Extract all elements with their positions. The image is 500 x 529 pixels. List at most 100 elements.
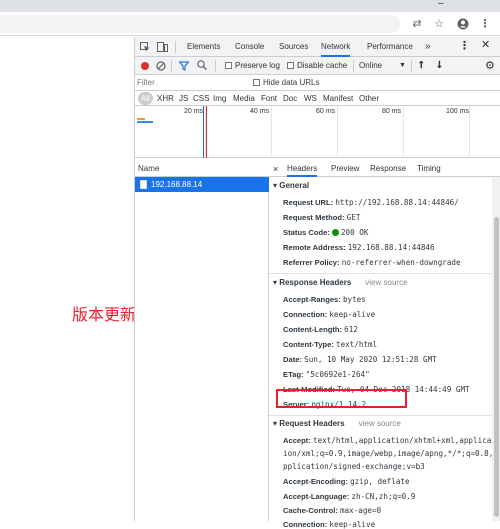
request-row[interactable]: 192.168.88.14 [135, 177, 269, 192]
scrollbar-thumb[interactable] [494, 217, 499, 517]
status-ok-icon [331, 229, 339, 236]
chevron-down-icon[interactable]: ▼ [399, 57, 406, 75]
type-filter-css[interactable]: CSS [193, 92, 209, 105]
type-filter-ws[interactable]: WS [304, 92, 317, 105]
header-key: Accept: [283, 436, 311, 445]
minimize-icon[interactable]: – [438, 0, 444, 9]
view-source-link[interactable]: view source [365, 278, 407, 287]
document-icon [140, 180, 147, 189]
accept-row: Accept: text/html,application/xhtml+xml,… [283, 436, 496, 445]
devtools-panel: Elements Console Sources Network Perform… [134, 37, 500, 529]
type-filter-doc[interactable]: Doc [283, 92, 297, 105]
type-filter-js[interactable]: JS [179, 92, 188, 105]
type-filter-other[interactable]: Other [359, 92, 379, 105]
annotation-highlight-box [276, 389, 407, 408]
header-value: no-referrer-when-downgrade [341, 258, 461, 267]
tab-preview[interactable]: Preview [331, 161, 359, 177]
accept-encoding-row: Accept-Encoding: gzip, deflate [283, 477, 410, 486]
accept-row-continued: ion/xml;q=0.9,image/webp,image/apng,*/*;… [283, 449, 498, 458]
header-value: zh-CN,zh;q=0.9 [351, 492, 416, 501]
close-icon[interactable]: ✕ [481, 38, 490, 51]
tab-performance[interactable]: Performance [367, 37, 413, 57]
type-filter-font[interactable]: Font [261, 92, 277, 105]
type-filter-media[interactable]: Media [233, 92, 255, 105]
tick-label: 40 ms [250, 108, 270, 115]
clear-icon[interactable] [156, 61, 166, 73]
tab-elements[interactable]: Elements [187, 37, 220, 57]
page-content [0, 37, 134, 521]
profile-icon[interactable] [456, 15, 470, 33]
header-value: gzip, deflate [350, 477, 410, 486]
header-value: bytes [342, 295, 366, 304]
cache-control-row: Cache-Control: max-age=0 [283, 506, 381, 515]
connection-row: Connection: keep-alive [283, 310, 375, 319]
tab-network[interactable]: Network [321, 37, 351, 57]
star-icon[interactable]: ☆ [432, 15, 446, 33]
tick-line [271, 106, 272, 158]
inspect-element-icon[interactable] [140, 42, 150, 54]
header-value: text/html,application/xhtml+xml,applicat [312, 436, 496, 445]
date-row: Date: Sun, 10 May 2020 12:51:28 GMT [283, 355, 437, 364]
import-har-icon[interactable]: ⭡ [419, 57, 424, 75]
type-filter-all[interactable]: All [138, 92, 153, 105]
divider [269, 273, 497, 274]
throttling-select[interactable]: Online [359, 57, 382, 75]
record-icon[interactable] [141, 62, 149, 70]
header-value: http://192.168.88.14:44846/ [335, 198, 459, 207]
header-key: Connection: [283, 310, 328, 319]
tab-sources[interactable]: Sources [279, 37, 308, 57]
menu-icon[interactable]: ⋮ [459, 39, 470, 52]
device-toolbar-icon[interactable] [157, 42, 168, 54]
column-name[interactable]: Name [138, 164, 159, 173]
address-bar[interactable] [0, 15, 400, 33]
disable-cache-label: Disable cache [297, 61, 348, 70]
header-value: "5c0692e1-264" [305, 370, 370, 379]
tick-line [403, 106, 404, 158]
filter-bar: Hide data URLs [135, 75, 500, 91]
header-key: Content-Type: [283, 340, 334, 349]
header-key: Accept-Encoding: [283, 477, 348, 486]
tick-label: 60 ms [316, 108, 336, 115]
preserve-log-checkbox[interactable]: Preserve log [225, 57, 280, 75]
menu-icon[interactable]: ⋮ [478, 15, 492, 33]
browser-tab-strip: – [0, 0, 500, 12]
hide-data-urls-checkbox[interactable]: Hide data URLs [253, 78, 319, 87]
response-headers-section-header[interactable]: ▾ Response Headers view source [273, 278, 408, 287]
view-source-link[interactable]: view source [359, 419, 401, 428]
header-value: keep-alive [329, 520, 376, 529]
search-icon[interactable] [197, 60, 207, 73]
gear-icon[interactable]: ⚙ [485, 57, 495, 75]
tab-response[interactable]: Response [370, 161, 406, 177]
tab-headers[interactable]: Headers [287, 161, 318, 177]
detail-tab-bar: × Headers Preview Response Timing [269, 161, 500, 177]
type-filter-xhr[interactable]: XHR [157, 92, 174, 105]
disable-cache-checkbox[interactable]: Disable cache [287, 57, 347, 75]
tab-console[interactable]: Console [235, 37, 264, 57]
dom-content-loaded-line [203, 106, 204, 158]
general-section-header[interactable]: ▾ General [273, 181, 309, 190]
header-key: Accept-Language: [283, 492, 350, 501]
type-filter-manifest[interactable]: Manifest [323, 92, 353, 105]
divider [269, 415, 497, 416]
filter-input[interactable] [137, 76, 247, 89]
content-type-row: Content-Type: text/html [283, 340, 377, 349]
header-value: keep-alive [329, 310, 376, 319]
export-har-icon[interactable]: ⭣ [437, 57, 442, 75]
referrer-policy-row: Referrer Policy: no-referrer-when-downgr… [283, 258, 461, 267]
request-list-header: Name [135, 161, 269, 177]
more-tabs-button[interactable]: » [425, 37, 431, 57]
filter-icon[interactable] [178, 61, 190, 73]
network-toolbar: Preserve log Disable cache Online ▼ ⭡ ⭣ … [135, 57, 500, 75]
remote-address-row: Remote Address: 192.168.88.14:44846 [283, 243, 435, 252]
request-headers-title: Request Headers [279, 419, 345, 428]
request-headers-section-header[interactable]: ▾ Request Headers view source [273, 419, 401, 428]
header-key: Request Method: [283, 213, 345, 222]
devtools-tab-bar: Elements Console Sources Network Perform… [135, 37, 500, 57]
translate-icon[interactable]: ⇄ [410, 15, 424, 33]
tab-timing[interactable]: Timing [417, 161, 441, 177]
close-detail-button[interactable]: × [273, 161, 278, 177]
request-method-row: Request Method: GET [283, 213, 360, 222]
tick-line [469, 106, 470, 158]
timeline-overview[interactable]: 20 ms 40 ms 60 ms 80 ms 100 ms [135, 106, 500, 158]
type-filter-img[interactable]: Img [213, 92, 226, 105]
